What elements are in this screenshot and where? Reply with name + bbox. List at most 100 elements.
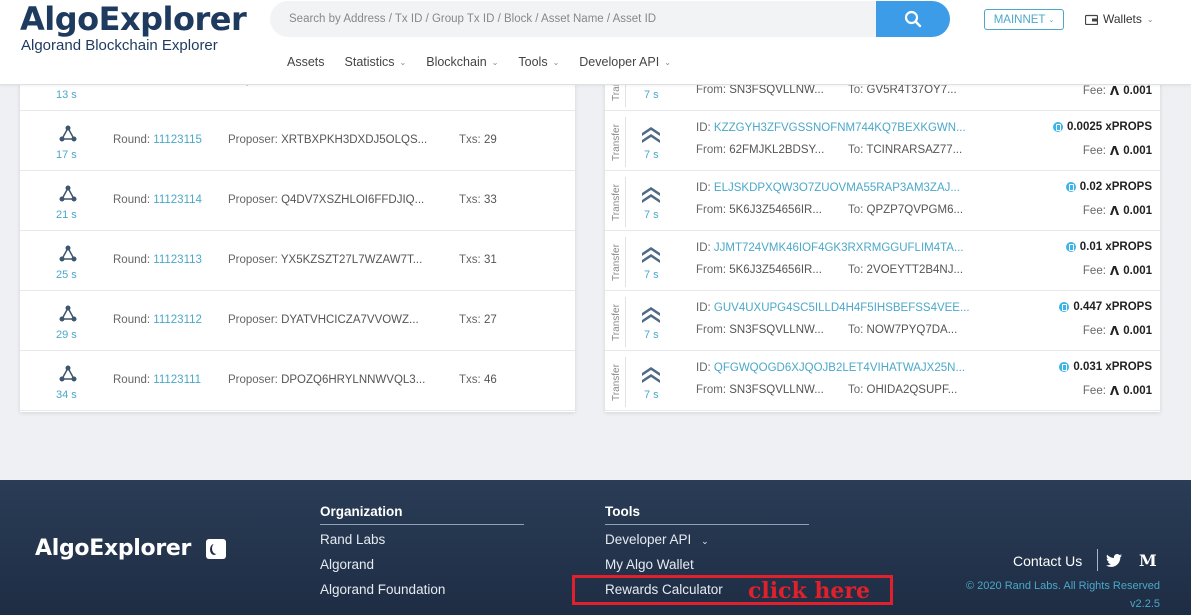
- round-link[interactable]: 11123115: [153, 134, 202, 146]
- nav-developer-api[interactable]: Developer API ⌄: [579, 55, 671, 69]
- tx-type-label: Transfer: [611, 303, 622, 341]
- tx-age: 7 s: [644, 209, 659, 221]
- round-link[interactable]: 11123112: [153, 314, 202, 326]
- round-link[interactable]: 11123114: [153, 194, 202, 206]
- block-round: Round: 11123111: [113, 374, 201, 386]
- nav-statistics[interactable]: Statistics ⌄: [345, 55, 407, 69]
- proposer-address[interactable]: XRTBXPKH3DXDJ5OLQS...: [281, 134, 427, 146]
- block-row[interactable]: 21 s Round: 11123114 Proposer: Q4DV7XSZHLO…: [20, 171, 575, 231]
- organization-title: Organization: [320, 504, 403, 519]
- amount-value: 0.031 xPROPS: [1073, 361, 1152, 373]
- dark-mode-toggle-icon[interactable]: [206, 539, 226, 559]
- from-address[interactable]: SN3FSQVLLNW...: [729, 324, 824, 336]
- block-icon: [59, 245, 77, 262]
- from-address[interactable]: SN3FSQVLLNW...: [729, 384, 824, 396]
- algo-icon: Λ: [1109, 384, 1120, 398]
- from-address[interactable]: 62FMJKL2BDSY...: [729, 144, 824, 156]
- to-label: To:: [848, 384, 864, 396]
- proposer-address[interactable]: DPOZQ6HRYLNNWVQL3...: [281, 374, 425, 386]
- block-proposer: Proposer: YX5KZSZT27L7WZAW7T...: [228, 254, 422, 266]
- round-label: Round:: [113, 134, 151, 146]
- txs-label: Txs:: [459, 314, 481, 326]
- to-address[interactable]: QPZP7QVPGM6...: [867, 204, 964, 216]
- chevron-down-icon: ⌄: [491, 57, 499, 67]
- block-row[interactable]: 17 s Round: 11123115 Proposer: XRTBXPKH3DX…: [20, 111, 575, 171]
- to-address[interactable]: GV5R4T37OY7...: [867, 84, 957, 96]
- block-row[interactable]: 29 s Round: 11123112 Proposer: DYATVHCICZA…: [20, 291, 575, 351]
- proposer-label: Proposer:: [228, 374, 278, 386]
- fee-value: 0.001: [1123, 145, 1152, 157]
- transaction-row[interactable]: Transfer 7 s ID: QFGWQOGD6XJQOJB2LET4VIHAT…: [605, 351, 1160, 411]
- transaction-row[interactable]: Transfer 7 s ID: ELJSKDPXQW3O7ZUOVMA55RAP3…: [605, 171, 1160, 231]
- from-address[interactable]: SN3FSQVLLNW...: [729, 84, 824, 96]
- proposer-address[interactable]: Q4DV7XSZHLOI6FFDJIQ...: [281, 194, 424, 206]
- to-address[interactable]: TCINRARSAZ77...: [866, 144, 962, 156]
- nav-tools[interactable]: Tools ⌄: [518, 55, 559, 69]
- to-address[interactable]: NOW7PYQ7DA...: [867, 324, 958, 336]
- tx-id-link[interactable]: JJMT724VMK46IOF4GK3RXRMGGUFLIM4TA...: [714, 242, 964, 254]
- block-round: Round: 11123114: [113, 194, 202, 206]
- block-row[interactable]: 34 s Round: 11123111 Proposer: DPOZQ6HRYLN…: [20, 351, 575, 411]
- tx-id-link[interactable]: QFGWQOGD6XJQOJB2LET4VIHATWAJX25N...: [714, 362, 965, 374]
- to-address[interactable]: 2VOEYTT2B4NJ...: [867, 264, 964, 276]
- latest-transactions-panel: Transfer 7 s From: SN3FSQVLLNW... To: GV5R4…: [605, 57, 1160, 412]
- tx-id: ID: ELJSKDPXQW3O7ZUOVMA55RAP3AM3ZAJ...: [696, 182, 960, 194]
- transaction-row[interactable]: Transfer 7 s ID: JJMT724VMK46IOF4GK3RXRMGG…: [605, 231, 1160, 291]
- asset-coin-icon: [1059, 362, 1070, 372]
- chevron-down-icon: ⌄: [399, 57, 407, 67]
- transfer-chevron-icon: [642, 127, 660, 143]
- proposer-address[interactable]: YX5KZSZT27L7WZAW7T...: [281, 254, 422, 266]
- tx-amount: 0.0025 xPROPS: [1052, 121, 1152, 133]
- block-icon: [59, 185, 77, 202]
- copyright: © 2020 Rand Labs. All Rights Reserved: [966, 580, 1160, 592]
- algo-icon: Λ: [1109, 84, 1120, 98]
- to-address[interactable]: OHIDA2QSUPF...: [867, 384, 958, 396]
- link-developer-api[interactable]: Developer API ⌄: [605, 532, 709, 547]
- wallets-menu[interactable]: Wallets ⌄: [1085, 12, 1154, 26]
- logo[interactable]: AlgoExplorer: [20, 0, 247, 38]
- fee-label: Fee:: [1082, 145, 1106, 157]
- tx-amount: 0.031 xPROPS: [1059, 361, 1152, 373]
- block-round: Round: 11123115: [113, 134, 202, 146]
- proposer-label: Proposer:: [228, 194, 278, 206]
- tx-from: From: SN3FSQVLLNW...: [696, 384, 824, 396]
- transfer-chevron-icon: [642, 367, 660, 383]
- nav-assets[interactable]: Assets: [287, 55, 325, 69]
- block-age: 21 s: [56, 209, 77, 221]
- block-row[interactable]: 25 s Round: 11123113 Proposer: YX5KZSZT27L…: [20, 231, 575, 291]
- round-link[interactable]: 11123111: [153, 374, 201, 386]
- proposer-address[interactable]: DYATVHCICZA7VVOWZ...: [281, 314, 419, 326]
- proposer-label: Proposer:: [228, 314, 278, 326]
- wallets-label: Wallets: [1103, 12, 1142, 26]
- tx-fee: Fee: Λ 0.001: [1083, 324, 1152, 338]
- tx-amount: 0.447 xPROPS: [1059, 301, 1152, 313]
- link-algorand[interactable]: Algorand: [320, 557, 374, 572]
- twitter-icon[interactable]: [1106, 554, 1122, 570]
- link-my-algo-wallet[interactable]: My Algo Wallet: [605, 557, 694, 572]
- tx-id-link[interactable]: GUV4UXUPG4SC5ILLD4H4F5IHSBEFSS4VEE...: [714, 302, 970, 314]
- round-link[interactable]: 11123113: [153, 254, 202, 266]
- footer-logo[interactable]: AlgoExplorer: [35, 536, 191, 561]
- nav-blockchain[interactable]: Blockchain ⌄: [426, 55, 498, 69]
- tx-amount: 0.01 xPROPS: [1065, 241, 1152, 253]
- block-age: 25 s: [56, 269, 77, 281]
- tx-fee: Fee: Λ 0.001: [1083, 204, 1152, 218]
- link-algorand-foundation[interactable]: Algorand Foundation: [320, 582, 445, 597]
- transaction-row[interactable]: Transfer 7 s ID: KZZGYH3ZFVGSSNOFNM744KQ7B…: [605, 111, 1160, 171]
- tx-id-link[interactable]: ELJSKDPXQW3O7ZUOVMA55RAP3AM3ZAJ...: [714, 182, 960, 194]
- medium-icon[interactable]: M: [1139, 551, 1157, 570]
- network-selector[interactable]: MAINNET ⌄: [984, 9, 1064, 30]
- contact-us-link[interactable]: Contact Us: [1013, 553, 1082, 569]
- from-address[interactable]: 5K6J3Z54656IR...: [729, 264, 822, 276]
- txs-label: Txs:: [459, 194, 481, 206]
- link-rand-labs[interactable]: Rand Labs: [320, 532, 385, 547]
- from-address[interactable]: 5K6J3Z54656IR...: [729, 204, 822, 216]
- to-label: To:: [848, 84, 864, 96]
- search-button[interactable]: [876, 1, 950, 37]
- tx-type-label: Transfer: [611, 363, 622, 401]
- tx-age: 7 s: [644, 269, 659, 281]
- tx-id-link[interactable]: KZZGYH3ZFVGSSNOFNM744KQ7BEXKGWN...: [714, 122, 966, 134]
- transaction-row[interactable]: Transfer 7 s ID: GUV4UXUPG4SC5ILLD4H4F5IHS…: [605, 291, 1160, 351]
- fee-label: Fee:: [1082, 325, 1106, 337]
- search-input[interactable]: Search by Address / Tx ID / Group Tx ID …: [270, 1, 876, 37]
